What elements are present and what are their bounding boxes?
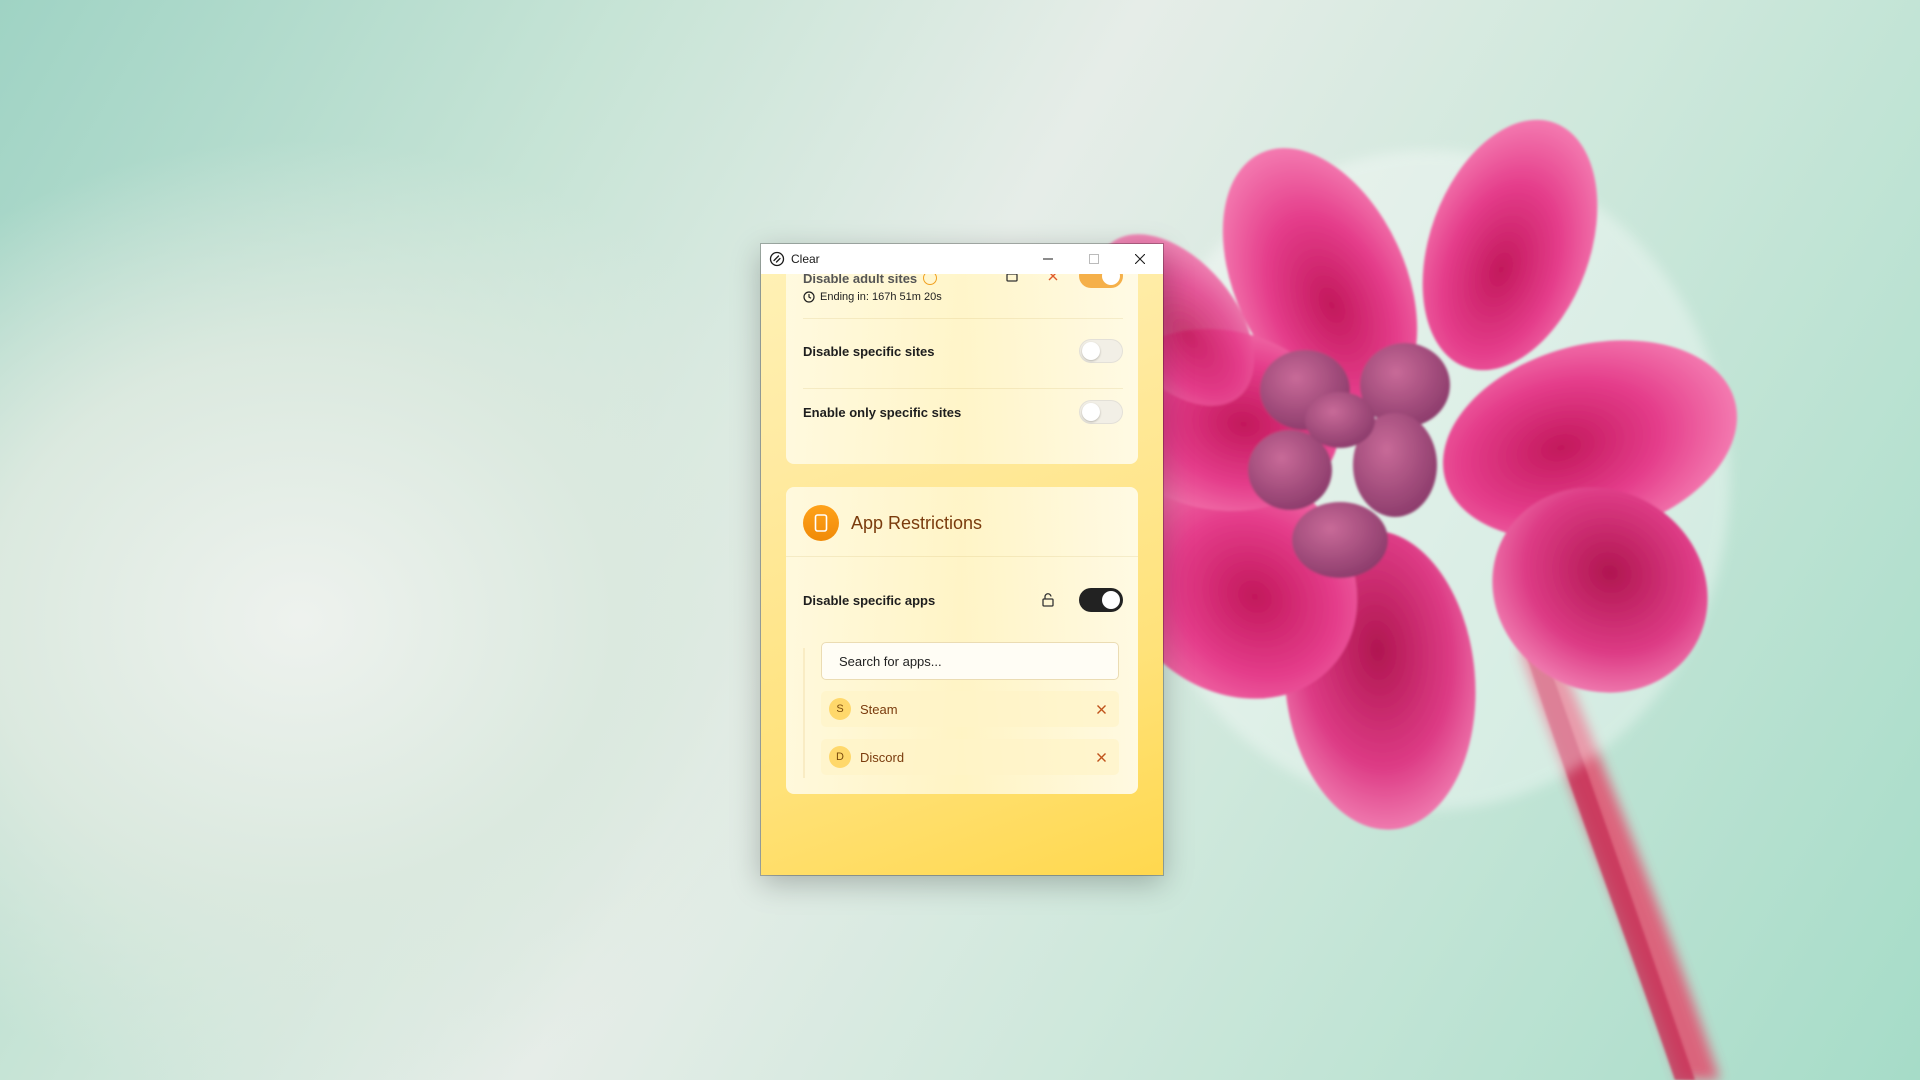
app-list-rail bbox=[803, 648, 805, 778]
app-search-input[interactable] bbox=[837, 652, 1111, 670]
scroll-content[interactable]: Disable adult sites Ending in: 167h 51m … bbox=[761, 274, 1163, 875]
app-avatar: S bbox=[829, 698, 851, 720]
phone-icon bbox=[803, 505, 839, 541]
app-name: Discord bbox=[860, 749, 905, 765]
close-button[interactable] bbox=[1117, 244, 1163, 274]
remove-app-icon[interactable] bbox=[1096, 704, 1107, 715]
info-icon[interactable] bbox=[923, 274, 938, 285]
remove-timer-icon[interactable] bbox=[1047, 274, 1059, 287]
disable-apps-toggle[interactable] bbox=[1079, 588, 1123, 612]
remove-app-icon[interactable] bbox=[1096, 752, 1107, 763]
minimize-icon bbox=[1043, 258, 1053, 260]
only-specific-sites-toggle[interactable] bbox=[1079, 400, 1123, 424]
app-list-item: S Steam bbox=[821, 691, 1119, 727]
close-icon bbox=[1135, 254, 1145, 264]
clear-app-window: Clear Disable adult sites Ending in: 167… bbox=[761, 244, 1163, 875]
app-name: Steam bbox=[860, 701, 898, 717]
window-title: Clear bbox=[791, 252, 820, 266]
only-specific-sites-label: Enable only specific sites bbox=[803, 404, 962, 420]
specific-sites-label: Disable specific sites bbox=[803, 343, 935, 359]
adult-sites-label: Disable adult sites bbox=[803, 274, 918, 286]
adult-sites-toggle[interactable] bbox=[1079, 274, 1123, 288]
section-title: App Restrictions bbox=[851, 512, 983, 533]
clear-logo-icon bbox=[769, 251, 785, 267]
app-restrictions-card: App Restrictions Disable specific apps S… bbox=[786, 487, 1138, 794]
ending-timer: Ending in: 167h 51m 20s bbox=[820, 291, 942, 303]
maximize-icon bbox=[1089, 254, 1099, 264]
app-search-box[interactable] bbox=[821, 642, 1119, 680]
unlock-icon[interactable] bbox=[1041, 593, 1055, 612]
lock-icon[interactable] bbox=[1005, 274, 1019, 287]
title-bar[interactable]: Clear bbox=[761, 244, 1163, 274]
clock-icon bbox=[803, 291, 815, 303]
specific-sites-toggle[interactable] bbox=[1079, 339, 1123, 363]
app-list-item: D Discord bbox=[821, 739, 1119, 775]
maximize-button[interactable] bbox=[1071, 244, 1117, 274]
web-restrictions-card: Disable adult sites Ending in: 167h 51m … bbox=[786, 274, 1138, 464]
minimize-button[interactable] bbox=[1025, 244, 1071, 274]
disable-apps-label: Disable specific apps bbox=[803, 592, 936, 608]
app-avatar: D bbox=[829, 746, 851, 768]
